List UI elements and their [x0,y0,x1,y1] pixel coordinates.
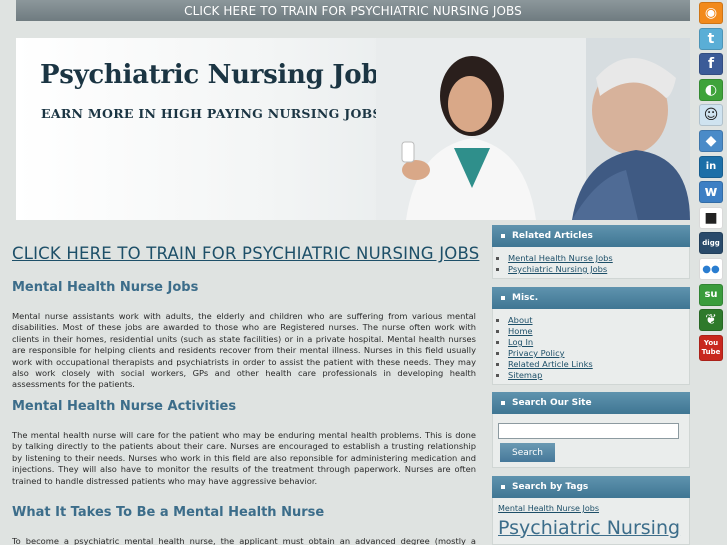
top-banner-bar: CLICK HERE TO TRAIN FOR PSYCHIATRIC NURS… [16,0,690,21]
list-item: Related Article Links [508,359,689,370]
delicious-icon[interactable]: ■ [699,206,723,229]
about-link[interactable]: About [508,315,533,325]
misc-header: Misc. [492,287,690,309]
search-button[interactable]: Search [500,443,555,462]
related-articles-widget: Mental Health Nurse Jobs Psychiatric Nur… [492,247,690,279]
related-link[interactable]: Mental Health Nurse Jobs [508,253,613,263]
stumbleupon-icon[interactable]: su [699,283,723,306]
site-title: Psychiatric Nursing Jobs [40,60,394,90]
list-item: About [508,315,689,326]
reddit-icon[interactable]: ☺ [699,104,723,127]
section-heading-jobs: Mental Health Nurse Jobs [12,280,199,295]
section-heading-activities: Mental Health Nurse Activities [12,399,237,414]
myspace-icon[interactable]: ◆ [699,130,723,152]
nurse-patient-photo [376,38,690,220]
related-link[interactable]: Psychiatric Nursing Jobs [508,264,607,274]
login-link[interactable]: Log In [508,337,533,347]
chat-icon[interactable]: ◐ [699,78,723,101]
list-item: Log In [508,337,689,348]
list-item: Sitemap [508,370,689,381]
top-train-link[interactable]: CLICK HERE TO TRAIN FOR PSYCHIATRIC NURS… [184,4,522,18]
twitter-icon[interactable]: t [699,27,723,50]
linkedin-icon[interactable]: in [699,155,723,178]
site-tagline: EARN MORE IN HIGH PAYING NURSING JOBS [41,106,382,121]
related-articles-header: Related Articles [492,225,690,247]
section-text-jobs: Mental nurse assistants work with adults… [12,311,476,390]
privacy-policy-link[interactable]: Privacy Policy [508,348,565,358]
section-heading-requirements: What It Takes To Be a Mental Health Nurs… [12,505,325,520]
tags-header: Search by Tags [492,476,690,498]
tag-link-large[interactable]: Psychiatric Nursing [498,517,680,539]
plant-icon[interactable]: ❦ [699,309,723,332]
misc-widget: About Home Log In Privacy Policy Related… [492,309,690,385]
header-banner: Psychiatric Nursing Jobs EARN MORE IN HI… [16,38,690,220]
windows-live-icon[interactable]: w [699,181,723,204]
search-input[interactable] [498,423,679,439]
home-link[interactable]: Home [508,326,533,336]
facebook-icon[interactable]: f [699,53,723,76]
section-text-requirements: To become a psychiatric mental health nu… [12,536,476,545]
youtube-icon[interactable]: You Tube [699,334,723,361]
train-cta-link[interactable]: CLICK HERE TO TRAIN FOR PSYCHIATRIC NURS… [12,244,479,263]
rss-icon[interactable]: ◉ [699,2,723,24]
sitemap-link[interactable]: Sitemap [508,370,542,380]
section-text-activities: The mental health nurse will care for th… [12,430,476,486]
search-header: Search Our Site [492,392,690,414]
related-article-links-link[interactable]: Related Article Links [508,359,593,369]
list-item: Privacy Policy [508,348,689,359]
tag-link-small[interactable]: Mental Health Nurse Jobs [498,504,599,513]
digg-icon[interactable]: digg [699,232,723,255]
list-item: Mental Health Nurse Jobs [508,253,689,264]
flickr-icon[interactable]: ●● [699,258,723,280]
page: CLICK HERE TO TRAIN FOR PSYCHIATRIC NURS… [0,0,727,545]
list-item: Psychiatric Nursing Jobs [508,264,689,275]
list-item: Home [508,326,689,337]
